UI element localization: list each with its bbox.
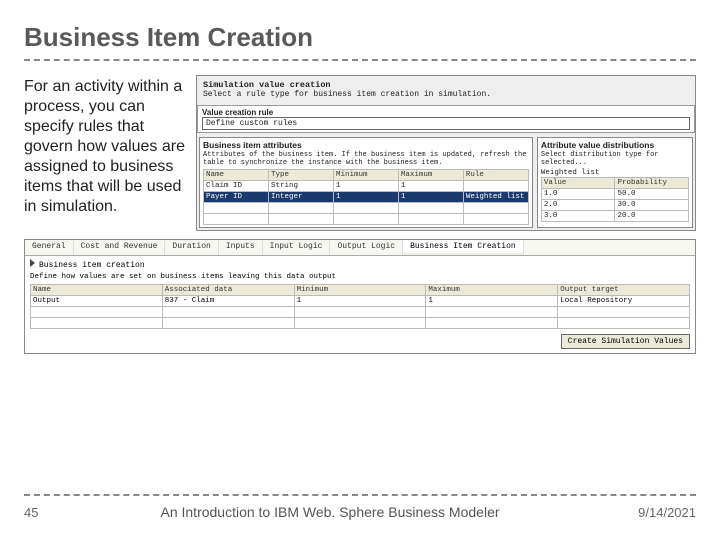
col-header: Rule — [463, 170, 528, 181]
table-row[interactable]: 2.0 30.0 — [541, 200, 688, 211]
page-title: Business Item Creation — [24, 22, 696, 61]
rule-dropdown[interactable]: Define custom rules — [202, 117, 690, 130]
col-header: Probability — [615, 178, 689, 189]
footer-date: 9/14/2021 — [576, 505, 696, 520]
dialog-subtitle: Select a rule type for business item cre… — [203, 90, 491, 99]
col-header: Name — [204, 170, 269, 181]
col-header: Value — [541, 178, 615, 189]
section-header: Business item creation — [25, 256, 695, 273]
col-header: Name — [31, 285, 163, 296]
tab-output-logic[interactable]: Output Logic — [330, 240, 403, 255]
footer-title: An Introduction to IBM Web. Sphere Busin… — [84, 504, 576, 520]
dialog-title: Simulation value creation — [203, 80, 331, 90]
page-number: 45 — [24, 505, 84, 520]
table-row[interactable]: 3.0 20.0 — [541, 211, 688, 222]
col-header: Associated data — [162, 285, 294, 296]
distribution-table[interactable]: Value Probability 1.0 50.0 2.0 30.0 — [541, 177, 689, 222]
create-simulation-values-button[interactable]: Create Simulation Values — [561, 334, 690, 349]
col-header: Maximum — [426, 285, 558, 296]
dist-panel-desc: Select distribution type for selected... — [541, 152, 689, 167]
tab-strip: General Cost and Revenue Duration Inputs… — [25, 240, 695, 256]
tab-business-item-creation[interactable]: Business Item Creation — [403, 240, 524, 255]
table-row[interactable]: Output 837 - Claim 1 1 Local Repository — [31, 296, 690, 307]
tab-inputs[interactable]: Inputs — [219, 240, 263, 255]
section-desc: Define how values are set on business it… — [25, 273, 695, 284]
tab-duration[interactable]: Duration — [165, 240, 218, 255]
tab-input-logic[interactable]: Input Logic — [263, 240, 331, 255]
tab-general[interactable]: General — [25, 240, 74, 255]
table-row[interactable]: Payer ID Integer 1 1 Weighted list — [204, 192, 529, 203]
rule-label: Value creation rule — [202, 108, 690, 117]
table-row[interactable]: Claim ID String 1 1 — [204, 181, 529, 192]
body-paragraph: For an activity within a process, you ca… — [24, 75, 186, 231]
attributes-panel: Business item attributes Attributes of t… — [199, 137, 533, 228]
attr-panel-desc: Attributes of the business item. If the … — [203, 152, 529, 167]
table-row[interactable]: 1.0 50.0 — [541, 189, 688, 200]
dist-type: Weighted list — [541, 169, 689, 177]
expand-icon[interactable] — [30, 259, 35, 267]
col-header: Maximum — [398, 170, 463, 181]
attr-panel-title: Business item attributes — [203, 140, 529, 150]
col-header: Minimum — [294, 285, 426, 296]
attributes-table[interactable]: Name Type Minimum Maximum Rule Claim ID … — [203, 169, 529, 225]
col-header: Minimum — [333, 170, 398, 181]
business-item-creation-panel: General Cost and Revenue Duration Inputs… — [24, 239, 696, 354]
dist-panel-title: Attribute value distributions — [541, 140, 689, 150]
tab-cost-revenue[interactable]: Cost and Revenue — [74, 240, 166, 255]
simulation-dialog: Simulation value creation Select a rule … — [196, 75, 696, 231]
col-header: Type — [268, 170, 333, 181]
distributions-panel: Attribute value distributions Select dis… — [537, 137, 693, 228]
col-header: Output target — [558, 285, 690, 296]
output-table[interactable]: Name Associated data Minimum Maximum Out… — [30, 284, 690, 329]
